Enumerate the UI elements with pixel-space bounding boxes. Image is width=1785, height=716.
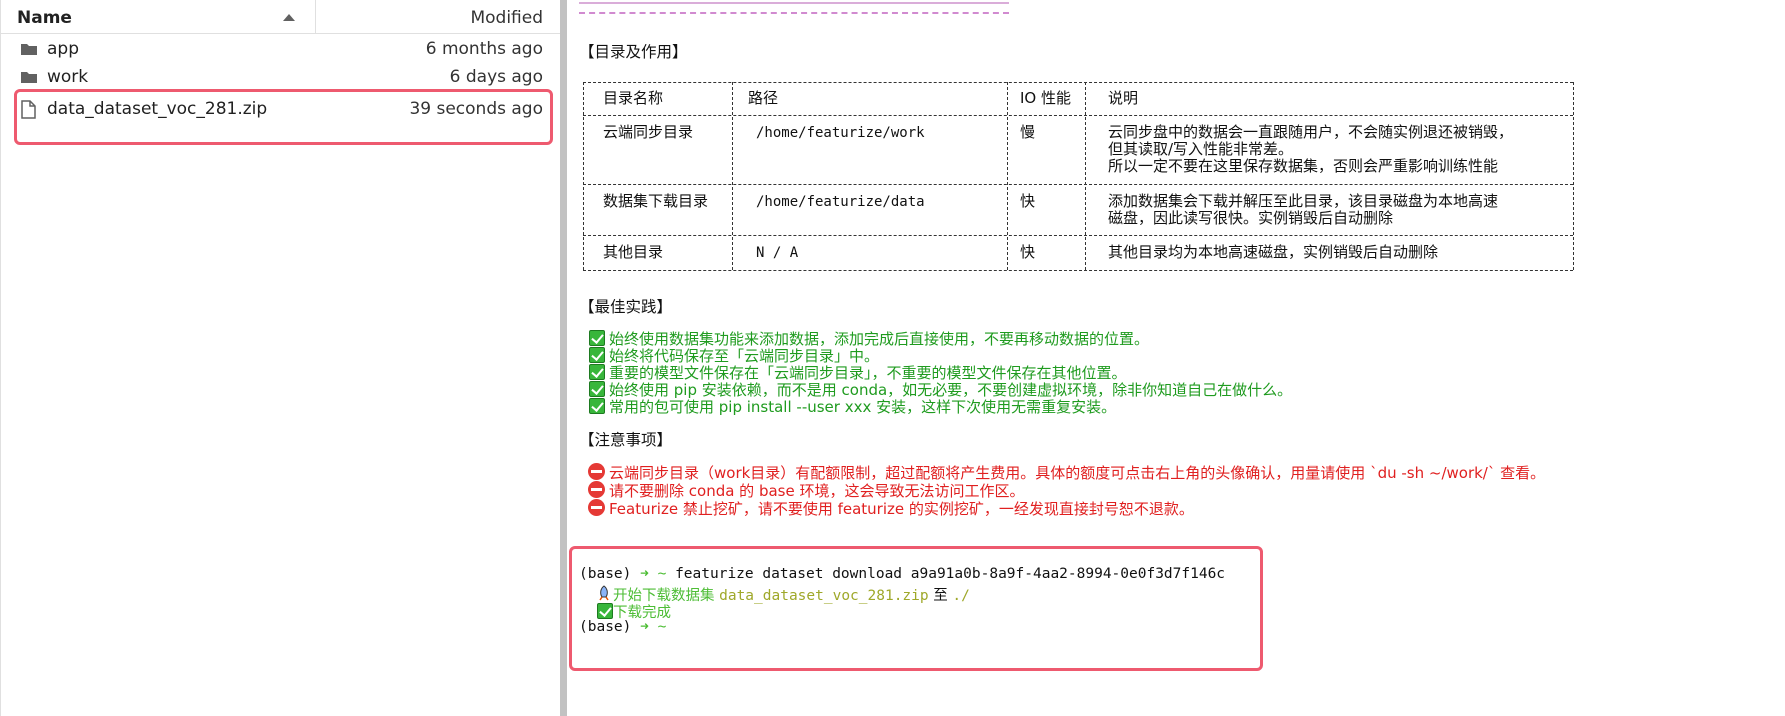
folder-icon bbox=[20, 41, 38, 62]
sort-ascending-icon[interactable] bbox=[283, 14, 295, 21]
table-cell: 所以一定不要在这里保存数据集，否则会严重影响训练性能 bbox=[1108, 157, 1499, 175]
section-title-dirs: 【目录及作用】 bbox=[579, 43, 688, 61]
table-cell: 磁盘，因此读写很快。实例销毁后自动删除 bbox=[1108, 209, 1394, 227]
check-mark-icon bbox=[589, 398, 605, 414]
table-cell: 快 bbox=[1020, 243, 1036, 261]
highlight-box-shell bbox=[569, 546, 1263, 671]
table-cell: 添加数据集会下载并解压至此目录，该目录磁盘为本地高速 bbox=[1108, 192, 1499, 210]
check-mark-icon bbox=[589, 347, 605, 363]
file-list-header: Name Modified bbox=[1, 0, 561, 34]
column-header-modified[interactable]: Modified bbox=[470, 8, 543, 28]
section-title-best: 【最佳实践】 bbox=[579, 298, 673, 316]
table-border bbox=[1573, 82, 1574, 270]
table-border bbox=[1085, 82, 1086, 270]
folder-icon bbox=[20, 69, 38, 90]
panel-splitter[interactable] bbox=[560, 0, 567, 716]
file-browser-panel: Name Modified app 6 months ago work 6 da… bbox=[0, 0, 561, 716]
file-name: work bbox=[47, 67, 89, 87]
banner-divider bbox=[579, 12, 1009, 14]
table-header: 目录名称 bbox=[603, 89, 664, 107]
table-cell: 云端同步目录 bbox=[603, 123, 694, 141]
table-border bbox=[732, 82, 733, 270]
table-cell: 快 bbox=[1020, 192, 1036, 210]
table-border bbox=[583, 82, 584, 270]
column-divider[interactable] bbox=[315, 0, 316, 34]
file-modified: 6 days ago bbox=[449, 67, 543, 87]
table-cell: /home/featurize/work bbox=[756, 125, 925, 141]
table-header: 路径 bbox=[748, 89, 779, 107]
table-header: IO 性能 bbox=[1020, 89, 1071, 107]
check-mark-icon bbox=[589, 330, 605, 346]
terminal-panel[interactable]: 【目录及作用】 目录名称 路径 IO 性能 说明 云端同步目录 /home/fe… bbox=[567, 0, 1785, 716]
file-row-app[interactable]: app 6 months ago bbox=[1, 34, 561, 65]
table-cell: 数据集下载目录 bbox=[603, 192, 709, 210]
table-cell: /home/featurize/data bbox=[756, 194, 925, 210]
table-cell: 云同步盘中的数据会一直跟随用户，不会随实例退还被销毁， bbox=[1108, 123, 1514, 141]
banner-fragment bbox=[579, 0, 1009, 4]
check-mark-icon bbox=[589, 381, 605, 397]
highlight-box-zip bbox=[14, 89, 553, 145]
table-cell: 慢 bbox=[1020, 123, 1036, 141]
best-practice-item: 常用的包可使用 pip install --user xxx 安装，这样下次使用… bbox=[609, 398, 1117, 416]
section-title-notes: 【注意事项】 bbox=[579, 431, 673, 449]
file-modified: 6 months ago bbox=[425, 39, 543, 59]
note-item: Featurize 禁止挖矿，请不要使用 featurize 的实例挖矿，一经发… bbox=[609, 500, 1194, 518]
no-entry-icon bbox=[588, 499, 605, 516]
file-name: app bbox=[47, 39, 79, 59]
table-header: 说明 bbox=[1108, 89, 1139, 107]
table-cell: 但其读取/写入性能非常差。 bbox=[1108, 140, 1294, 158]
no-entry-icon bbox=[588, 481, 605, 498]
table-border bbox=[1007, 82, 1008, 270]
check-mark-icon bbox=[589, 364, 605, 380]
no-entry-icon bbox=[588, 463, 605, 480]
table-border bbox=[583, 270, 1573, 271]
table-cell: 其他目录均为本地高速磁盘，实例销毁后自动删除 bbox=[1108, 243, 1439, 261]
table-cell: N / A bbox=[756, 245, 799, 261]
column-header-name[interactable]: Name bbox=[17, 8, 72, 28]
table-cell: 其他目录 bbox=[603, 243, 664, 261]
